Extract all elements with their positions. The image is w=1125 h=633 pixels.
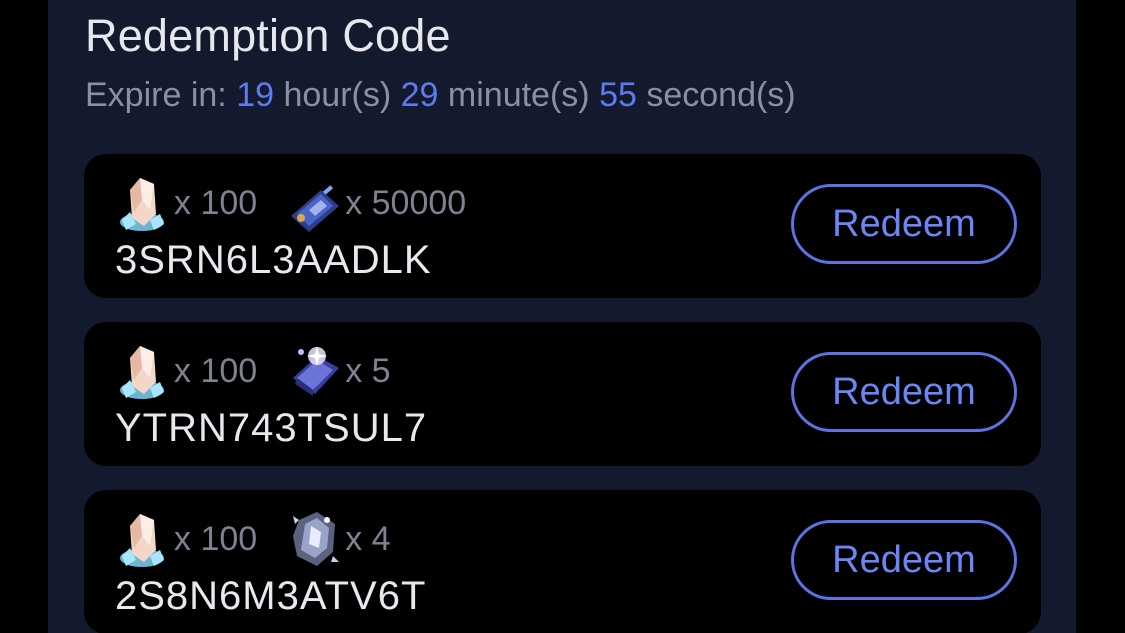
reward-quantity: x 100 bbox=[174, 351, 258, 390]
redeem-button[interactable]: Redeem bbox=[791, 184, 1017, 264]
reward-list: x 100 x 4 bbox=[116, 506, 421, 572]
redemption-panel: Redemption Code Expire in: 19 hour(s) 29… bbox=[48, 0, 1076, 633]
crystal-icon bbox=[120, 346, 164, 399]
reward-item: x 100 bbox=[116, 170, 257, 236]
reward-quantity: x 50000 bbox=[345, 183, 467, 222]
reward-item: x 4 bbox=[287, 506, 391, 572]
reward-quantity: x 100 bbox=[174, 183, 258, 222]
reward-item: x 100 bbox=[116, 506, 257, 572]
reward-list: x 100 x 50000 bbox=[116, 170, 496, 236]
code-card: x 100 x 5 YTRN743TSUL7 Redeem bbox=[84, 322, 1041, 466]
reward-item: x 5 bbox=[287, 338, 391, 404]
minutes-value: 29 bbox=[400, 76, 439, 114]
hours-value: 19 bbox=[236, 76, 275, 114]
reward-list: x 100 x 5 bbox=[116, 338, 421, 404]
ticket-icon bbox=[291, 185, 340, 232]
code-card: x 100 x 4 2S8N6M3ATV6T Redeem bbox=[84, 490, 1041, 633]
redeem-button[interactable]: Redeem bbox=[791, 520, 1017, 600]
crystal-icon bbox=[120, 514, 164, 567]
page-title: Redemption Code bbox=[85, 10, 451, 61]
reward-quantity: x 100 bbox=[174, 519, 258, 558]
crystal-icon bbox=[120, 178, 164, 231]
minutes-unit: minute(s) bbox=[447, 76, 590, 114]
seconds-unit: second(s) bbox=[646, 76, 796, 114]
reward-quantity: x 4 bbox=[345, 519, 391, 558]
reward-quantity: x 5 bbox=[345, 351, 391, 390]
redeem-button[interactable]: Redeem bbox=[791, 352, 1017, 432]
redemption-code: 3SRN6L3AADLK bbox=[115, 238, 432, 282]
redemption-code: 2S8N6M3ATV6T bbox=[115, 574, 427, 618]
reward-item: x 100 bbox=[116, 338, 257, 404]
expire-label: Expire in: bbox=[85, 76, 227, 114]
book-icon bbox=[293, 346, 340, 396]
redemption-code: YTRN743TSUL7 bbox=[115, 406, 428, 450]
seconds-value: 55 bbox=[599, 76, 637, 114]
hours-unit: hour(s) bbox=[283, 76, 392, 114]
code-card: x 100 x 50000 3SRN6L3AADLK Redeem bbox=[84, 154, 1041, 298]
expire-countdown: Expire in: 19 hour(s) 29 minute(s) 55 se… bbox=[85, 76, 796, 115]
reward-item: x 50000 bbox=[287, 170, 466, 236]
ore-icon bbox=[293, 512, 340, 566]
